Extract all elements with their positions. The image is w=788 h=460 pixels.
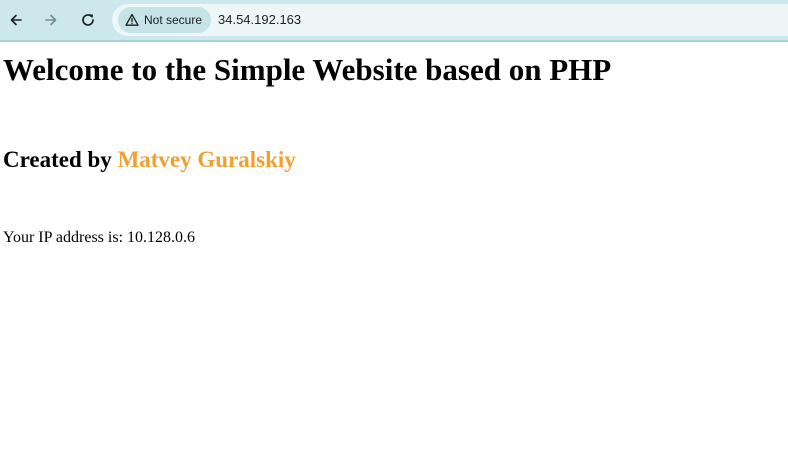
security-indicator[interactable]: Not secure	[118, 7, 212, 33]
creator-heading: Created by Matvey Guralskiy	[3, 147, 296, 173]
ip-address-text: Your IP address is: 10.128.0.6	[3, 229, 196, 246]
browser-toolbar: Not secure 34.54.192.163	[0, 0, 788, 42]
page-title: Welcome to the Simple Website based on P…	[3, 52, 612, 87]
address-bar[interactable]: Not secure 34.54.192.163	[112, 4, 788, 36]
arrow-left-icon	[10, 14, 22, 26]
forward-button[interactable]	[38, 7, 64, 33]
created-by-label: Created by	[3, 147, 118, 172]
warning-triangle-icon	[125, 13, 139, 26]
arrow-right-icon	[45, 14, 57, 26]
url-text[interactable]: 34.54.192.163	[218, 12, 301, 27]
author-name: Matvey Guralskiy	[117, 147, 296, 172]
reload-button[interactable]	[75, 7, 101, 33]
back-button[interactable]	[3, 7, 29, 33]
security-label: Not secure	[144, 13, 203, 27]
reload-icon	[82, 14, 94, 26]
